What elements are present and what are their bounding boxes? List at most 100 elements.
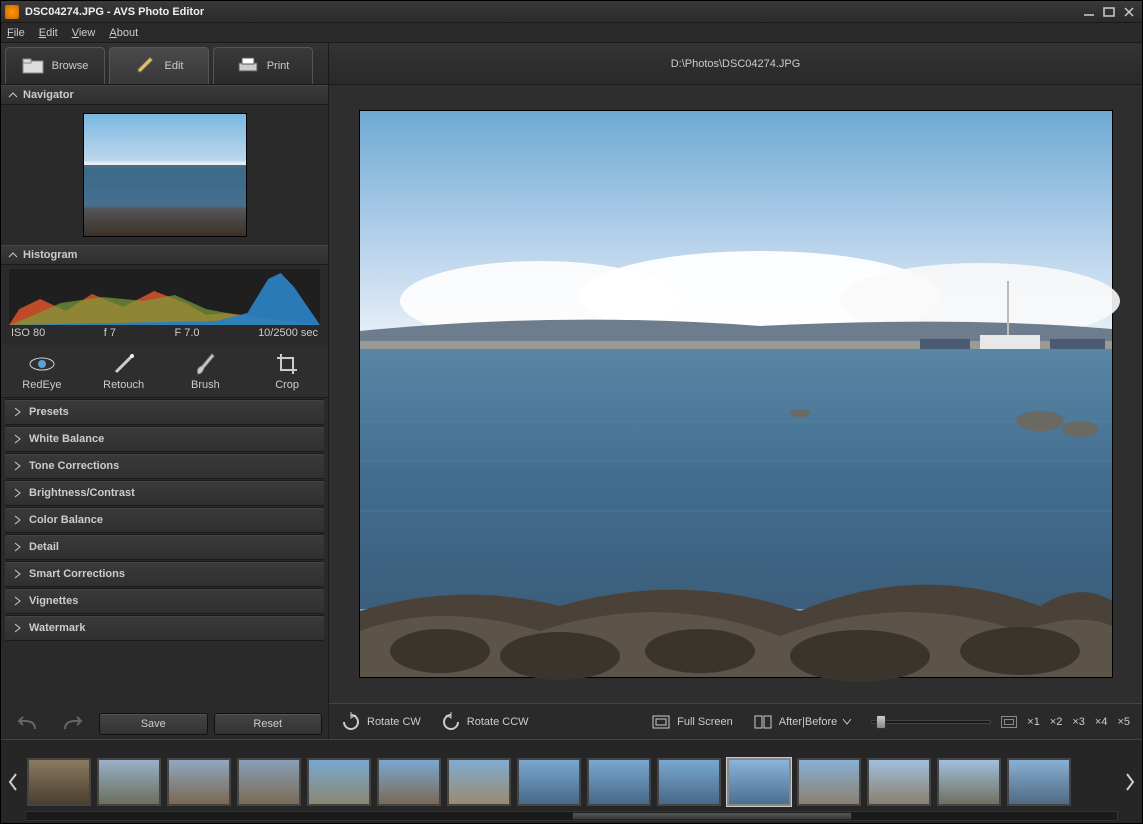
chevron-right-icon bbox=[15, 462, 21, 470]
action-bar: Save Reset bbox=[1, 709, 328, 739]
after-before-button[interactable]: After|Before bbox=[753, 713, 852, 731]
main-image[interactable] bbox=[360, 111, 1112, 677]
thumbnail[interactable] bbox=[797, 758, 861, 806]
reset-label: Reset bbox=[253, 718, 282, 730]
chevron-right-icon bbox=[15, 570, 21, 578]
crop-label: Crop bbox=[275, 379, 299, 391]
fullscreen-icon bbox=[651, 713, 671, 731]
redo-button[interactable] bbox=[53, 713, 93, 735]
histogram-labels: ISO 80 f 7 F 7.0 10/2500 sec bbox=[9, 325, 320, 343]
thumbnail[interactable] bbox=[867, 758, 931, 806]
chevron-right-icon bbox=[15, 516, 21, 524]
close-button[interactable] bbox=[1120, 5, 1138, 19]
shutter-label: 10/2500 sec bbox=[258, 327, 318, 339]
acc-vignettes[interactable]: Vignettes bbox=[5, 588, 324, 614]
thumbnail[interactable] bbox=[377, 758, 441, 806]
fullscreen-label: Full Screen bbox=[677, 716, 733, 728]
titlebar: DSC04274.JPG - AVS Photo Editor bbox=[1, 1, 1142, 23]
canvas-area bbox=[329, 85, 1142, 703]
reset-button[interactable]: Reset bbox=[214, 713, 323, 735]
undo-button[interactable] bbox=[7, 713, 47, 735]
brush-icon bbox=[191, 351, 219, 377]
rotate-ccw-label: Rotate CCW bbox=[467, 716, 529, 728]
minimize-button[interactable] bbox=[1080, 5, 1098, 19]
strip-scrollbar[interactable] bbox=[25, 811, 1118, 821]
print-tab[interactable]: Print bbox=[213, 47, 313, 84]
mode-tabs: Browse Edit Print bbox=[1, 43, 328, 85]
save-button[interactable]: Save bbox=[99, 713, 208, 735]
strip-prev-button[interactable] bbox=[5, 752, 21, 812]
redeye-tool[interactable]: RedEye bbox=[1, 349, 83, 393]
acc-watermark[interactable]: Watermark bbox=[5, 615, 324, 641]
brush-tool[interactable]: Brush bbox=[165, 349, 247, 393]
chevron-right-icon bbox=[15, 408, 21, 416]
navigator-thumbnail[interactable] bbox=[83, 113, 247, 237]
redo-icon bbox=[61, 717, 85, 731]
maximize-button[interactable] bbox=[1100, 5, 1118, 19]
zoom-1x[interactable]: ×1 bbox=[1027, 716, 1040, 728]
histogram-graph bbox=[9, 269, 320, 325]
navigator-title: Navigator bbox=[23, 89, 74, 101]
browse-tab[interactable]: Browse bbox=[5, 47, 105, 84]
chevron-down-icon bbox=[843, 719, 851, 725]
thumbnail[interactable] bbox=[587, 758, 651, 806]
fullscreen-button[interactable]: Full Screen bbox=[651, 713, 733, 731]
acc-smart-corrections[interactable]: Smart Corrections bbox=[5, 561, 324, 587]
crop-tool[interactable]: Crop bbox=[246, 349, 328, 393]
zoom-slider-knob[interactable] bbox=[876, 715, 886, 729]
save-label: Save bbox=[141, 718, 166, 730]
acc-tone-corrections[interactable]: Tone Corrections bbox=[5, 453, 324, 479]
chevron-right-icon bbox=[15, 543, 21, 551]
zoom-controls: ×1 ×2 ×3 ×4 ×5 bbox=[871, 716, 1130, 728]
thumbnail[interactable] bbox=[517, 758, 581, 806]
rotate-ccw-button[interactable]: Rotate CCW bbox=[441, 713, 529, 731]
retouch-tool[interactable]: Retouch bbox=[83, 349, 165, 393]
acc-presets[interactable]: Presets bbox=[5, 399, 324, 425]
rotate-cw-button[interactable]: Rotate CW bbox=[341, 713, 421, 731]
thumbnail[interactable] bbox=[97, 758, 161, 806]
zoom-slider[interactable] bbox=[871, 720, 991, 724]
scrollbar-handle[interactable] bbox=[572, 812, 852, 820]
zoom-4x[interactable]: ×4 bbox=[1095, 716, 1108, 728]
zoom-5x[interactable]: ×5 bbox=[1117, 716, 1130, 728]
acc-color-balance[interactable]: Color Balance bbox=[5, 507, 324, 533]
edit-label: Edit bbox=[165, 60, 184, 72]
window-title: DSC04274.JPG - AVS Photo Editor bbox=[25, 6, 1078, 18]
thumbnail[interactable] bbox=[937, 758, 1001, 806]
thumbnail[interactable] bbox=[307, 758, 371, 806]
browse-label: Browse bbox=[52, 60, 89, 72]
rotate-ccw-icon bbox=[441, 713, 461, 731]
zoom-3x[interactable]: ×3 bbox=[1072, 716, 1085, 728]
menu-file[interactable]: File bbox=[7, 27, 25, 39]
fit-to-screen-icon[interactable] bbox=[1001, 716, 1017, 728]
retouch-label: Retouch bbox=[103, 379, 144, 391]
edit-tab[interactable]: Edit bbox=[109, 47, 209, 84]
print-label: Print bbox=[267, 60, 290, 72]
pencil-icon bbox=[135, 57, 157, 75]
acc-white-balance[interactable]: White Balance bbox=[5, 426, 324, 452]
thumbnail[interactable] bbox=[657, 758, 721, 806]
thumbnail-strip bbox=[1, 739, 1142, 823]
strip-next-button[interactable] bbox=[1122, 752, 1138, 812]
acc-label: Color Balance bbox=[29, 514, 103, 526]
thumbnail[interactable] bbox=[1007, 758, 1071, 806]
acc-brightness-contrast[interactable]: Brightness/Contrast bbox=[5, 480, 324, 506]
menu-about[interactable]: About bbox=[109, 27, 138, 39]
wand-icon bbox=[110, 351, 138, 377]
navigator-header[interactable]: Navigator bbox=[1, 85, 328, 105]
acc-detail[interactable]: Detail bbox=[5, 534, 324, 560]
zoom-2x[interactable]: ×2 bbox=[1050, 716, 1063, 728]
thumbnail[interactable] bbox=[237, 758, 301, 806]
menu-view[interactable]: View bbox=[72, 27, 96, 39]
acc-label: Watermark bbox=[29, 622, 85, 634]
thumbnail[interactable] bbox=[27, 758, 91, 806]
histogram-header[interactable]: Histogram bbox=[1, 245, 328, 265]
thumbnail[interactable] bbox=[167, 758, 231, 806]
menu-edit[interactable]: Edit bbox=[39, 27, 58, 39]
acc-label: Vignettes bbox=[29, 595, 78, 607]
navigator-panel bbox=[1, 105, 328, 245]
thumbnail[interactable] bbox=[447, 758, 511, 806]
chevron-up-icon bbox=[9, 91, 17, 99]
thumbnail-selected[interactable] bbox=[727, 758, 791, 806]
acc-label: White Balance bbox=[29, 433, 104, 445]
